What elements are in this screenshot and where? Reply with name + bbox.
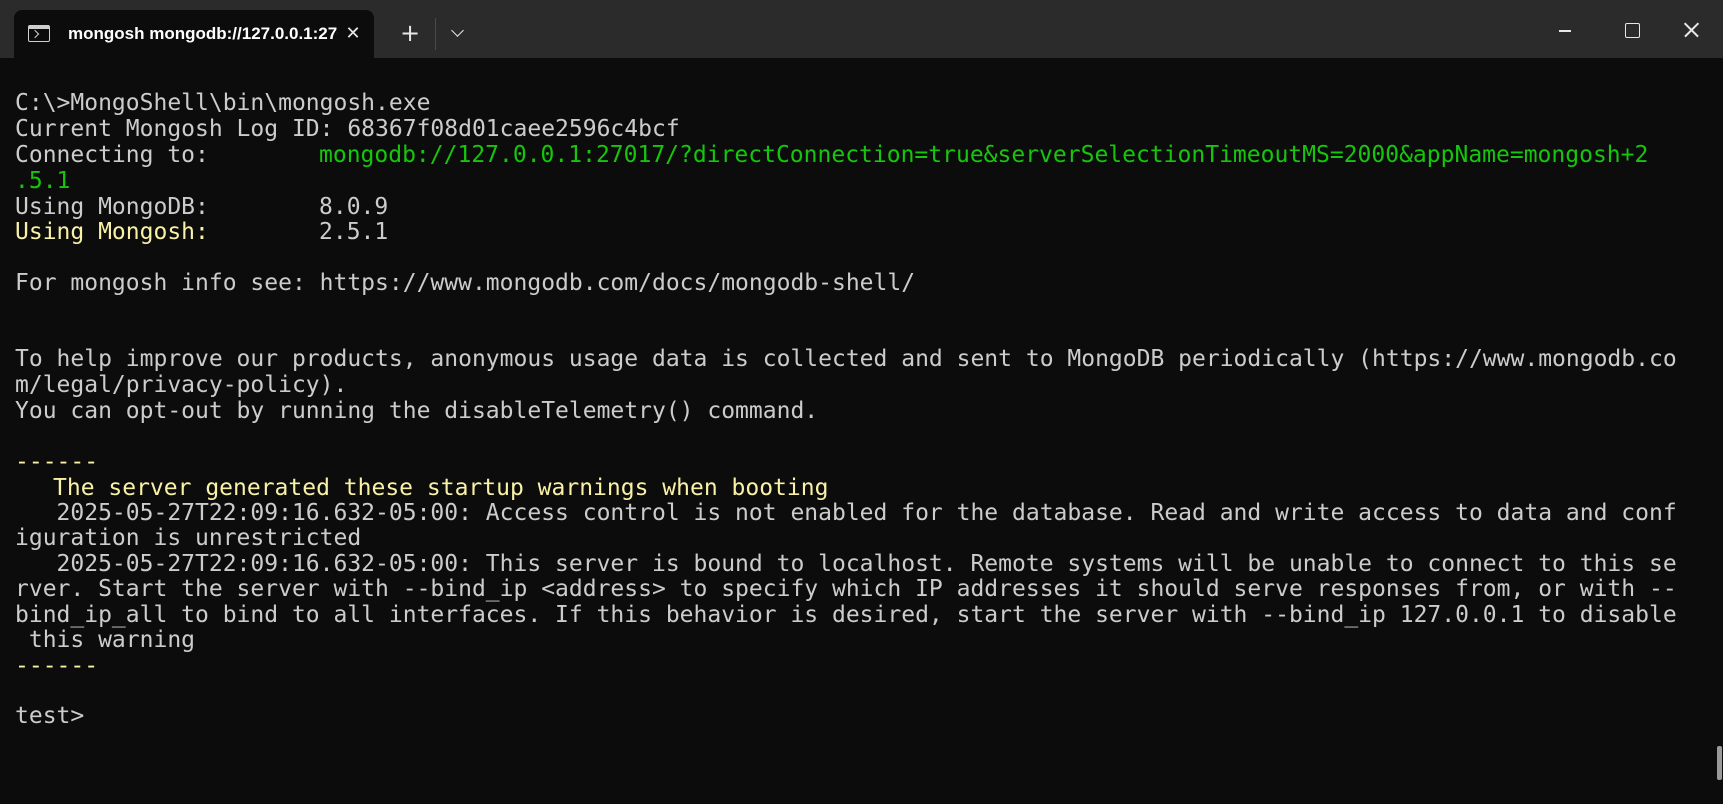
warning-line: rver. Start the server with --bind_ip <a…: [15, 576, 1677, 602]
terminal-tab[interactable]: mongosh mongodb://127.0.0.1:27017/?direc…: [14, 10, 374, 58]
title-bar[interactable]: mongosh mongodb://127.0.0.1:27017/?direc…: [0, 0, 1723, 58]
tab-dropdown-button[interactable]: [441, 16, 475, 50]
mongosh-label: Using Mongosh:: [15, 219, 209, 245]
telemetry-line: m/legal/privacy-policy).: [15, 372, 348, 398]
command-line: C:\>MongoShell\bin\mongosh.exe: [15, 90, 431, 116]
terminal-output[interactable]: C:\>MongoShell\bin\mongosh.exe Current M…: [0, 58, 1723, 804]
terminal-icon: [28, 25, 50, 42]
warning-line: this warning: [15, 627, 196, 653]
shell-prompt[interactable]: test>: [15, 702, 84, 730]
mongodb-version: 8.0.9: [319, 194, 389, 220]
terminal-window: mongosh mongodb://127.0.0.1:27017/?direc…: [0, 0, 1723, 804]
connection-uri-wrap: .5.1: [15, 168, 71, 194]
mongodb-label: Using MongoDB:: [15, 194, 209, 220]
connection-uri: mongodb://127.0.0.1:27017/?directConnect…: [319, 142, 1649, 168]
tab-title: mongosh mongodb://127.0.0.1:27017/?direc…: [68, 24, 338, 43]
maximize-button[interactable]: [1601, 0, 1663, 58]
info-line: For mongosh info see: https://www.mongod…: [15, 270, 916, 296]
warning-separator: ------: [15, 653, 99, 679]
close-window-button[interactable]: [1661, 0, 1723, 58]
warning-separator: ------: [15, 449, 99, 475]
connecting-label: Connecting to:: [15, 142, 209, 168]
tab-close-button[interactable]: ✕: [340, 21, 366, 47]
telemetry-line: To help improve our products, anonymous …: [15, 346, 1677, 372]
warning-line: bind_ip_all to bind to all interfaces. I…: [15, 602, 1677, 628]
warning-line: 2025-05-27T22:09:16.632-05:00: This serv…: [15, 551, 1677, 577]
titlebar-divider: [435, 18, 436, 50]
telemetry-opt-out-line: You can opt-out by running the disableTe…: [15, 398, 819, 424]
warning-line: 2025-05-27T22:09:16.632-05:00: Access co…: [15, 500, 1677, 526]
warning-line: iguration is unrestricted: [15, 525, 362, 551]
scrollbar-thumb[interactable]: [1717, 746, 1722, 780]
log-id-line: Current Mongosh Log ID: 68367f08d01caee2…: [15, 116, 680, 142]
warnings-heading: The server generated these startup warni…: [53, 475, 829, 501]
new-tab-button[interactable]: +: [393, 16, 427, 50]
mongosh-version: 2.5.1: [319, 219, 389, 245]
minimize-button[interactable]: [1534, 0, 1596, 58]
